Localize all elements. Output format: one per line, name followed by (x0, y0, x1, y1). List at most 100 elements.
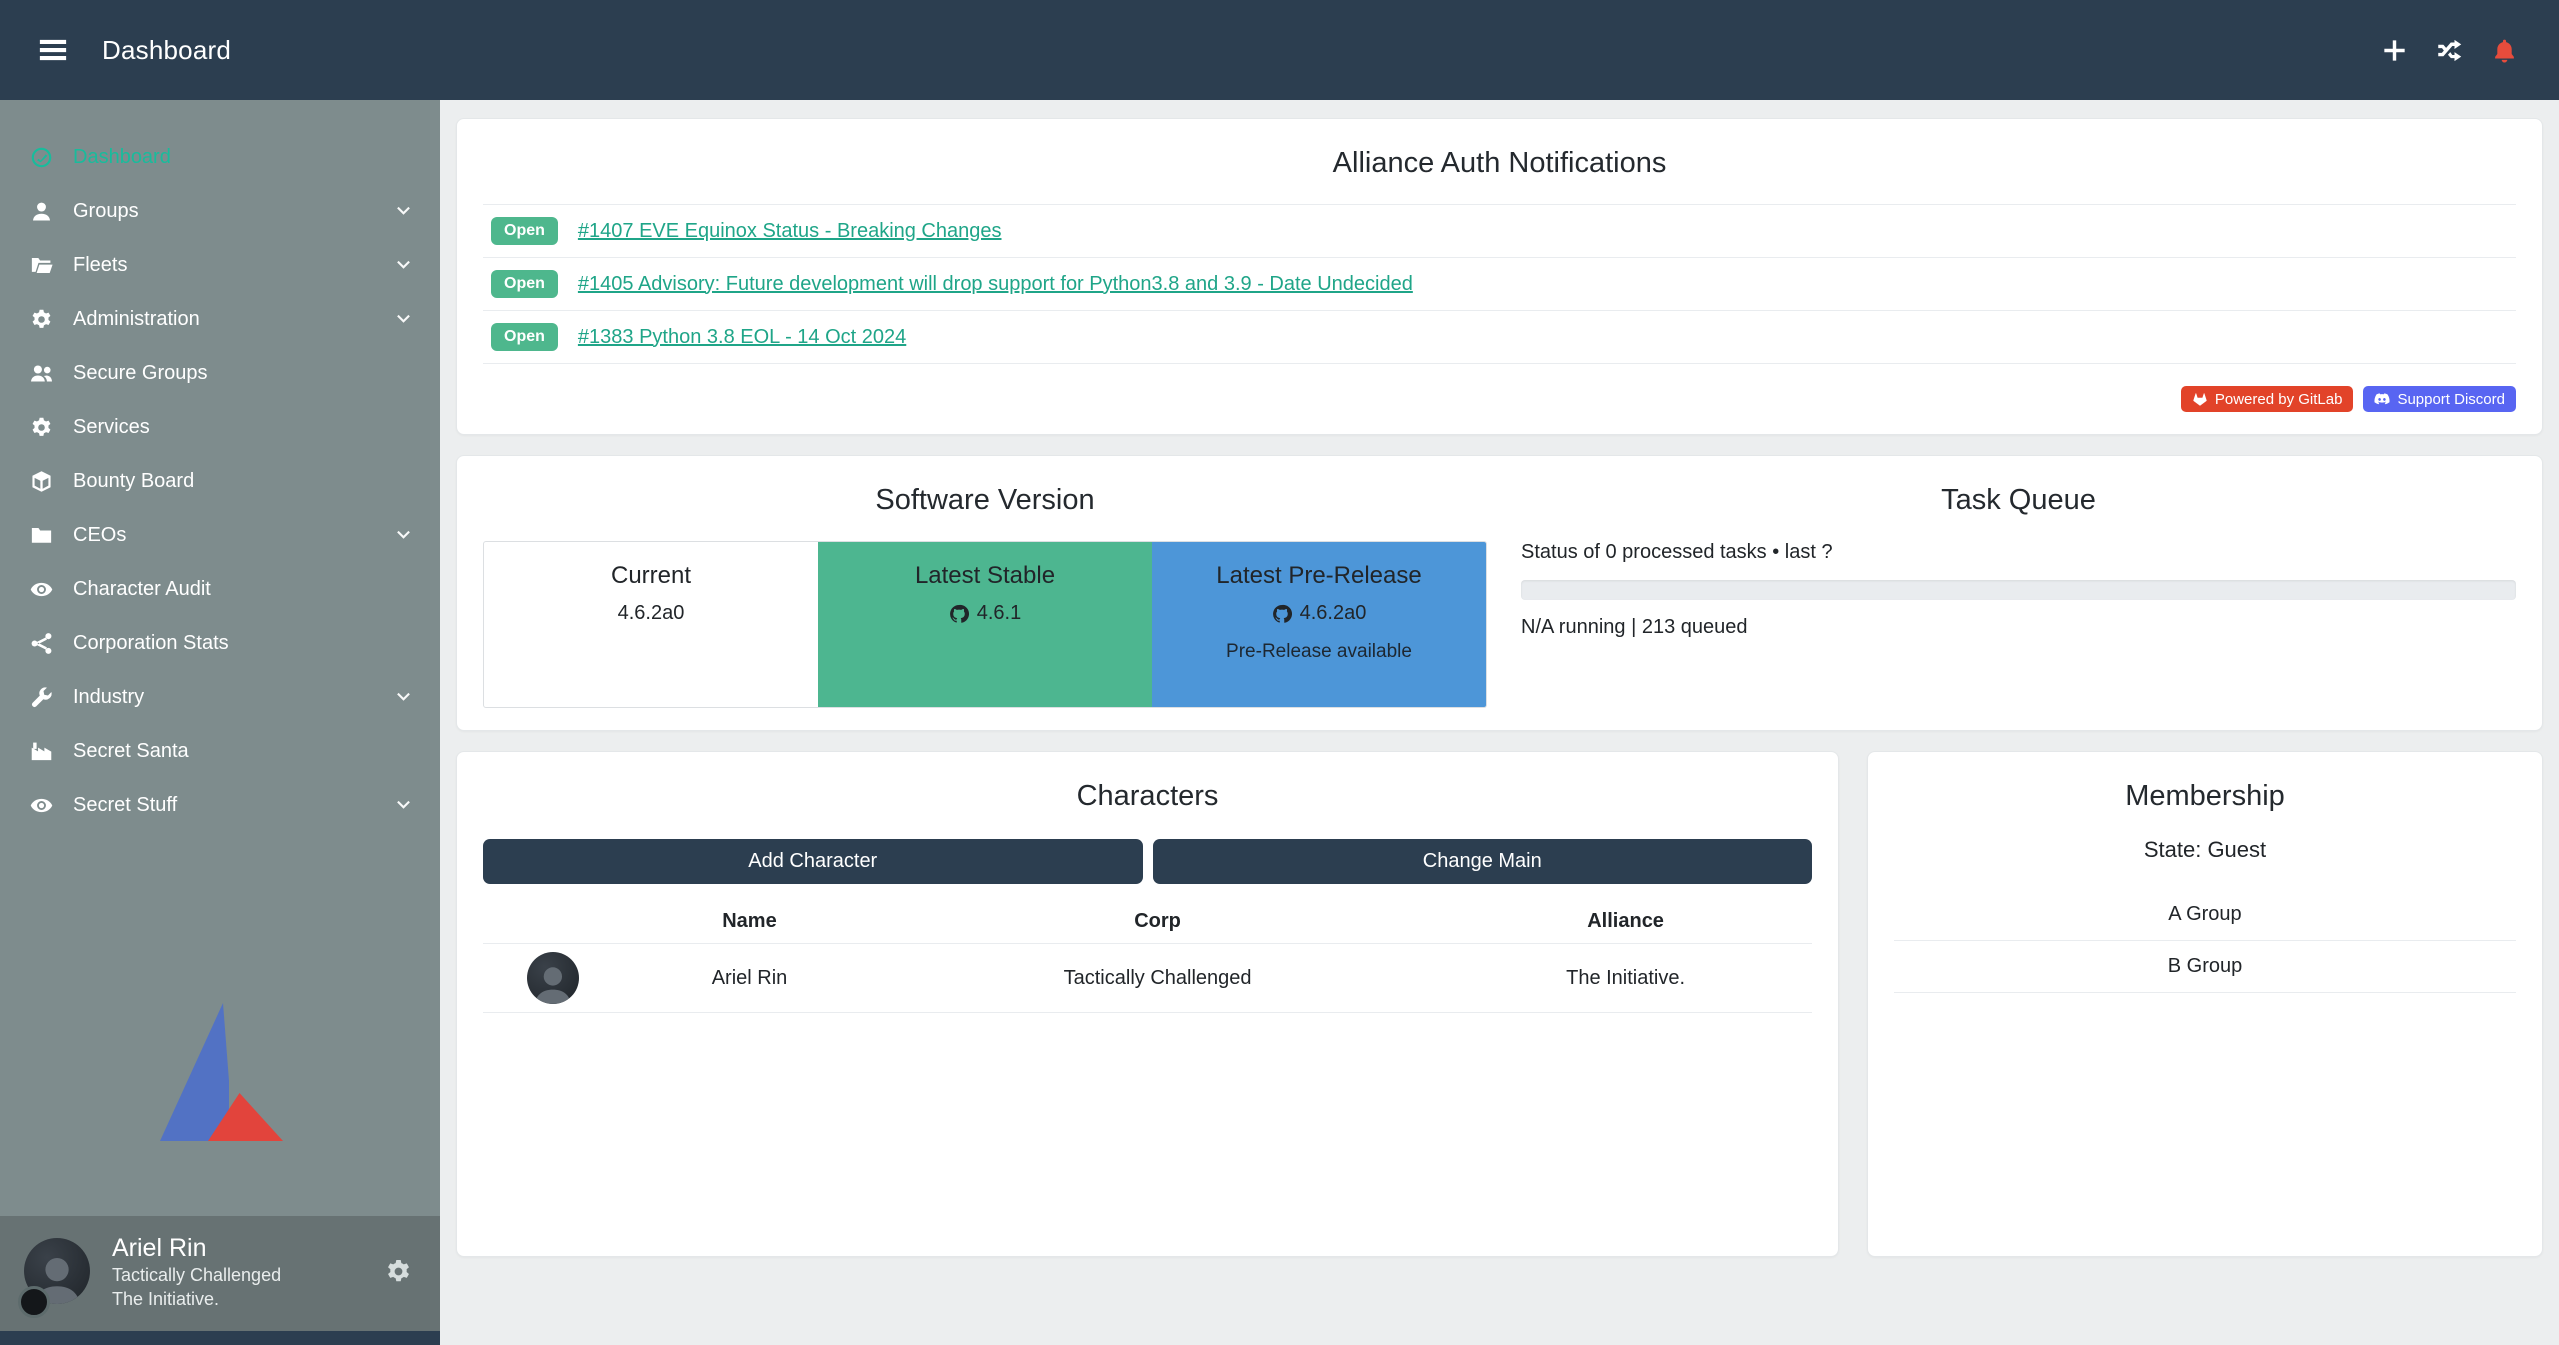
sidebar-item-label: Corporation Stats (73, 632, 229, 655)
change-main-button[interactable]: Change Main (1153, 839, 1813, 884)
sidebar-item-groups[interactable]: Groups (0, 184, 440, 238)
prerelease-note: Pre-Release available (1164, 641, 1474, 663)
check-circle-icon (30, 146, 53, 169)
task-queue-progress-bar (1521, 580, 2516, 600)
notifications-bell-button[interactable] (2488, 34, 2521, 67)
notification-row: Open #1383 Python 3.8 EOL - 14 Oct 2024 (483, 310, 2516, 363)
user-panel: Ariel Rin Tactically Challenged The Init… (0, 1216, 440, 1331)
characters-card: Characters Add Character Change Main Nam… (456, 751, 1839, 1257)
version-current: Current 4.6.2a0 (484, 542, 818, 707)
plus-icon (2382, 38, 2407, 63)
notification-link[interactable]: #1405 Advisory: Future development will … (578, 273, 1413, 296)
notification-row: Open #1405 Advisory: Future development w… (483, 257, 2516, 310)
user-settings-gear-button[interactable] (381, 1254, 416, 1289)
characters-actions: Add Character Change Main (483, 839, 1812, 884)
shuffle-button[interactable] (2433, 34, 2466, 67)
alliance-logo (140, 997, 300, 1147)
user-alliance: The Initiative. (112, 1288, 281, 1311)
task-queue-status: Status of 0 processed tasks • last ? (1521, 541, 2516, 564)
sidebar-item-secret-stuff[interactable]: Secret Stuff (0, 778, 440, 832)
eye-icon (30, 794, 53, 817)
notification-link[interactable]: #1407 EVE Equinox Status - Breaking Chan… (578, 220, 1002, 243)
table-header-row: Name Corp Alliance (483, 900, 1812, 944)
version-latest-prerelease: Latest Pre-Release 4.6.2a0 Pre-Release a… (1152, 542, 1486, 707)
discord-icon (2374, 391, 2390, 407)
sidebar-item-dashboard[interactable]: Dashboard (0, 130, 440, 184)
sidebar-item-services[interactable]: Services (0, 400, 440, 454)
sidebar-item-ceos[interactable]: CEOs (0, 508, 440, 562)
menu-toggle-button[interactable] (38, 35, 68, 65)
chevron-down-icon (395, 311, 412, 328)
sidebar-item-corporation-stats[interactable]: Corporation Stats (0, 616, 440, 670)
user-name: Ariel Rin (112, 1232, 281, 1265)
notifications-card: Alliance Auth Notifications Open#1407 EV… (456, 118, 2543, 435)
table-row: Ariel RinTactically ChallengedThe Initia… (483, 944, 1812, 1013)
add-character-button[interactable]: Add Character (483, 839, 1143, 884)
folder-open-icon (30, 254, 53, 277)
sidebar-item-secure-groups[interactable]: Secure Groups (0, 346, 440, 400)
app-root: Dashboard DashboardGroups Fleets Administr… (0, 0, 2559, 1345)
cogs-icon (30, 308, 53, 331)
prerelease-label: Latest Pre-Release (1164, 562, 1474, 590)
sidebar-item-label: Secret Stuff (73, 794, 177, 817)
sidebar-item-label: Services (73, 416, 150, 439)
sidebar-item-fleets[interactable]: Fleets (0, 238, 440, 292)
sidebar-bottom-strip (0, 1331, 440, 1345)
sidebar-item-industry[interactable]: Industry (0, 670, 440, 724)
sidebar: DashboardGroups Fleets Administration Secur… (0, 100, 440, 1345)
notifications-footer: Powered by GitLab Support Discord (483, 386, 2516, 412)
gear-icon (385, 1258, 412, 1285)
sidebar-item-secret-santa[interactable]: Secret Santa (0, 724, 440, 778)
corp-column-header: Corp (876, 900, 1439, 944)
software-version-title: Software Version (483, 484, 1487, 517)
support-discord-badge[interactable]: Support Discord (2363, 386, 2516, 412)
sidebar-item-label: Fleets (73, 254, 127, 277)
github-icon (949, 604, 969, 624)
sidebar-item-label: Industry (73, 686, 144, 709)
chevron-down-icon (395, 527, 412, 544)
character-name: Ariel Rin (623, 944, 876, 1013)
sidebar-item-label: Bounty Board (73, 470, 194, 493)
membership-card: Membership State: Guest A GroupB Group (1867, 751, 2543, 1257)
stable-label: Latest Stable (830, 562, 1140, 590)
sidebar-item-administration[interactable]: Administration (0, 292, 440, 346)
sidebar-item-character-audit[interactable]: Character Audit (0, 562, 440, 616)
shuffle-icon (2437, 38, 2462, 63)
chevron-down-icon (395, 689, 412, 706)
character-avatar (527, 952, 579, 1004)
chevron-down-icon (395, 797, 412, 814)
sidebar-nav: DashboardGroups Fleets Administration Secur… (0, 100, 440, 832)
navbar-actions (2378, 34, 2521, 67)
membership-title: Membership (1894, 780, 2516, 813)
gitlab-badge-label: Powered by GitLab (2215, 392, 2343, 407)
share-icon (30, 632, 53, 655)
gitlab-icon (2192, 391, 2208, 407)
sidebar-item-label: Administration (73, 308, 200, 331)
character-corp: Tactically Challenged (876, 944, 1439, 1013)
chevron-down-icon (395, 203, 412, 220)
cube-icon (30, 470, 53, 493)
industry-icon (30, 740, 53, 763)
sidebar-item-bounty-board[interactable]: Bounty Board (0, 454, 440, 508)
software-version-section: Software Version Current 4.6.2a0 Latest … (483, 478, 1487, 708)
group-row: B Group (1894, 941, 2516, 993)
menu-icon (38, 35, 68, 65)
user-corp: Tactically Challenged (112, 1264, 281, 1287)
group-row: A Group (1894, 889, 2516, 941)
version-grid: Current 4.6.2a0 Latest Stable 4.6.1 Late… (483, 541, 1487, 708)
app-shell: DashboardGroups Fleets Administration Secur… (0, 100, 2559, 1345)
eye-icon (30, 578, 53, 601)
current-label: Current (496, 562, 806, 590)
name-column-header: Name (623, 900, 876, 944)
bell-icon (2492, 38, 2517, 63)
notification-link[interactable]: #1383 Python 3.8 EOL - 14 Oct 2024 (578, 326, 906, 349)
notification-row: Open#1407 EVE Equinox Status - Breaking … (483, 204, 2516, 257)
status-badge: Open (491, 323, 558, 351)
powered-by-gitlab-badge[interactable]: Powered by GitLab (2181, 386, 2354, 412)
user-meta: Ariel Rin Tactically Challenged The Init… (112, 1232, 281, 1311)
task-queue-title: Task Queue (1521, 484, 2516, 517)
add-button[interactable] (2378, 34, 2411, 67)
status-badge: Open (491, 270, 558, 298)
sidebar-item-label: CEOs (73, 524, 126, 547)
current-version: 4.6.2a0 (618, 602, 685, 625)
